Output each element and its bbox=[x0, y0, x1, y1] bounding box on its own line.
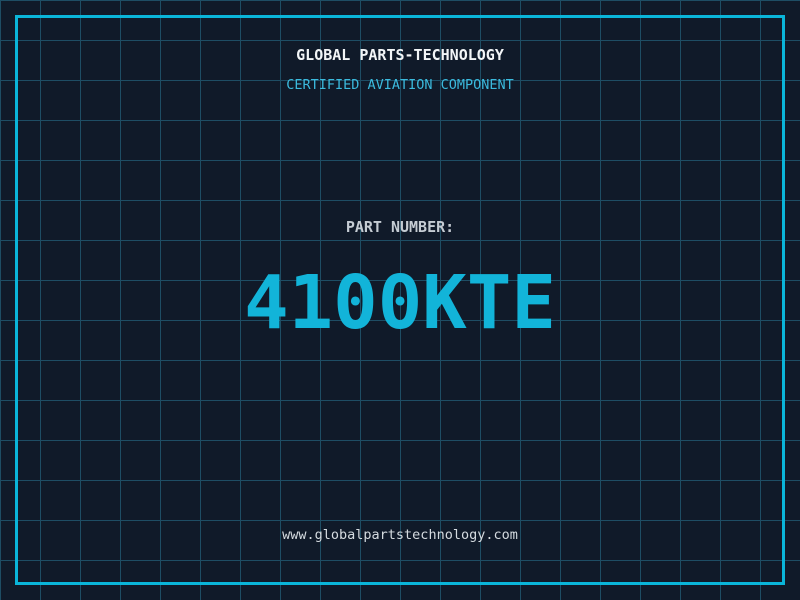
page-background: GLOBAL PARTS-TECHNOLOGY CERTIFIED AVIATI… bbox=[0, 0, 800, 600]
part-number-value: 4100KTE bbox=[244, 260, 556, 346]
part-number-label: PART NUMBER: bbox=[345, 218, 455, 236]
website-url: www.globalpartstechnology.com bbox=[282, 527, 518, 543]
page-title: GLOBAL PARTS-TECHNOLOGY bbox=[296, 46, 504, 64]
page-subtitle: CERTIFIED AVIATION COMPONENT bbox=[286, 77, 514, 93]
